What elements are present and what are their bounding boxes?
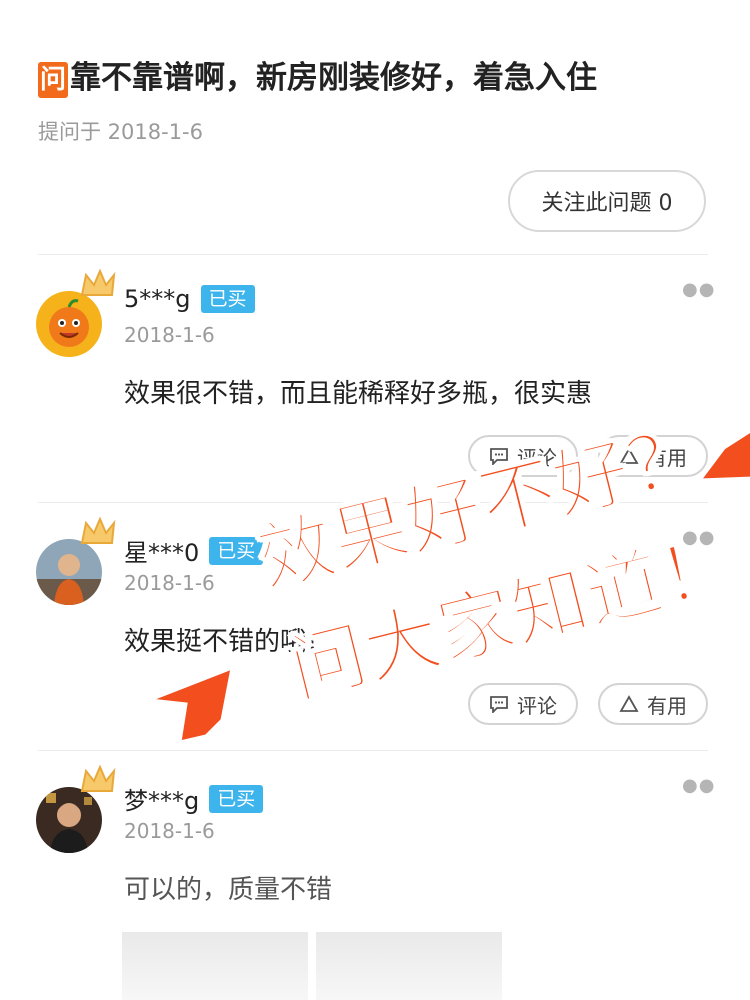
arrow-icon (149, 665, 234, 744)
